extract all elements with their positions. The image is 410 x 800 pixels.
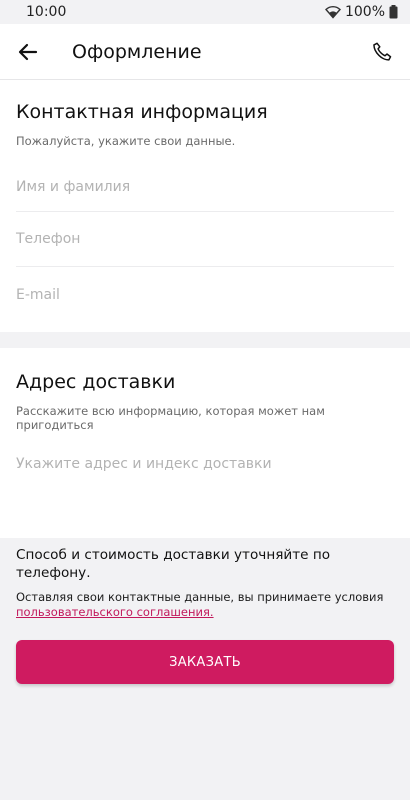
section-divider <box>0 332 410 348</box>
contact-section-title: Контактная информация <box>16 101 268 123</box>
app-bar: Оформление <box>0 24 410 80</box>
terms-link[interactable]: пользовательского соглашения. <box>16 605 214 619</box>
terms-text: Оставляя свои контактные данные, вы прин… <box>16 590 394 620</box>
address-field[interactable]: Укажите адрес и индекс доставки <box>16 456 394 472</box>
phone-icon <box>373 42 392 61</box>
back-button[interactable] <box>0 24 56 80</box>
battery-icon <box>389 5 398 19</box>
wifi-icon <box>325 5 341 19</box>
battery-percent: 100% <box>344 4 385 20</box>
delivery-section-title: Адрес доставки <box>16 371 176 393</box>
name-field[interactable]: Имя и фамилия <box>16 162 394 212</box>
order-button[interactable]: ЗАКАЗАТЬ <box>16 640 394 684</box>
footer: Способ и стоимость доставки уточняйте по… <box>0 538 410 684</box>
page-title: Оформление <box>72 40 202 63</box>
phone-field[interactable]: Телефон <box>16 212 394 267</box>
delivery-note: Способ и стоимость доставки уточняйте по… <box>16 547 331 581</box>
contact-section: Контактная информация Пожалуйста, укажит… <box>0 80 410 332</box>
delivery-section: Адрес доставки Расскажите всю информацию… <box>0 348 410 538</box>
arrow-left-icon <box>18 43 38 60</box>
status-icons: 100% <box>325 4 398 20</box>
contact-fields: Имя и фамилия Телефон E-mail <box>16 162 394 322</box>
terms-prefix: Оставляя свои контактные данные, вы прин… <box>16 590 384 604</box>
email-field[interactable]: E-mail <box>16 267 394 322</box>
status-time: 10:00 <box>26 4 67 20</box>
status-bar: 10:00 100% <box>0 0 410 24</box>
call-button[interactable] <box>360 24 404 80</box>
contact-section-subtitle: Пожалуйста, укажите свои данные. <box>16 134 236 148</box>
delivery-section-subtitle: Расскажите всю информацию, которая может… <box>16 404 325 432</box>
